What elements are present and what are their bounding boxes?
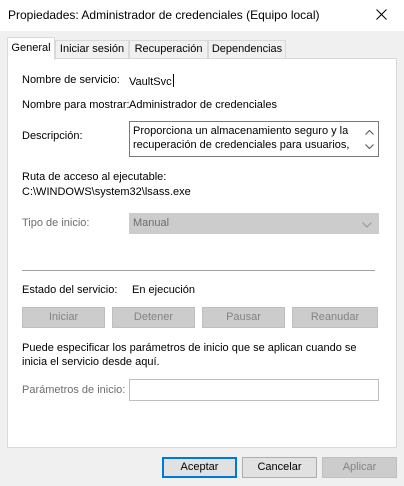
description-text: Proporciona un almacenamiento seguro y l… <box>133 125 350 151</box>
startup-type-value: Manual <box>133 217 170 229</box>
tab-iniciar-sesion[interactable]: Iniciar sesión <box>55 40 129 59</box>
tab-general[interactable]: General <box>7 37 55 60</box>
close-button[interactable] <box>358 0 404 31</box>
display-name-value[interactable]: Administrador de credenciales <box>129 99 277 111</box>
startup-type-select[interactable]: Manual <box>129 213 379 234</box>
chevron-up-icon[interactable] <box>365 126 374 138</box>
title-bar: Propiedades: Administrador de credencial… <box>0 0 404 31</box>
tab-dependencias[interactable]: Dependencias <box>208 40 286 59</box>
window-title: Propiedades: Administrador de credencial… <box>8 8 320 22</box>
chevron-down-icon <box>362 219 372 231</box>
cancel-button[interactable]: Cancelar <box>242 457 317 478</box>
path-value[interactable]: C:\WINDOWS\system32\lsass.exe <box>22 186 191 198</box>
description-scrollbar[interactable] <box>361 122 378 156</box>
tab-recuperacion[interactable]: Recuperación <box>129 40 208 59</box>
general-panel: Nombre de servicio: VaultSvc Nombre para… <box>7 58 397 448</box>
service-name-label: Nombre de servicio: <box>22 74 120 86</box>
status-label: Estado del servicio: <box>22 284 118 296</box>
service-name-value[interactable]: VaultSvc <box>129 74 174 88</box>
params-label: Parámetros de inicio: <box>22 384 126 396</box>
description-field[interactable]: Proporciona un almacenamiento seguro y l… <box>129 121 379 157</box>
stop-button[interactable]: Detener <box>112 307 195 328</box>
apply-button[interactable]: Aplicar <box>322 457 397 478</box>
path-label: Ruta de acceso al ejecutable: <box>22 171 167 183</box>
params-input[interactable] <box>129 379 379 401</box>
separator <box>22 270 375 271</box>
close-icon <box>375 8 387 23</box>
status-value: En ejecución <box>132 284 195 296</box>
accept-button[interactable]: Aceptar <box>162 457 237 478</box>
params-hint: Puede especificar los parámetros de inic… <box>22 342 357 368</box>
display-name-label: Nombre para mostrar: <box>22 99 130 111</box>
chevron-down-icon[interactable] <box>365 140 374 152</box>
start-button[interactable]: Iniciar <box>22 307 105 328</box>
startup-type-label: Tipo de inicio: <box>22 217 90 229</box>
resume-button[interactable]: Reanudar <box>292 307 378 328</box>
pause-button[interactable]: Pausar <box>202 307 285 328</box>
description-label: Descripción: <box>22 130 83 142</box>
